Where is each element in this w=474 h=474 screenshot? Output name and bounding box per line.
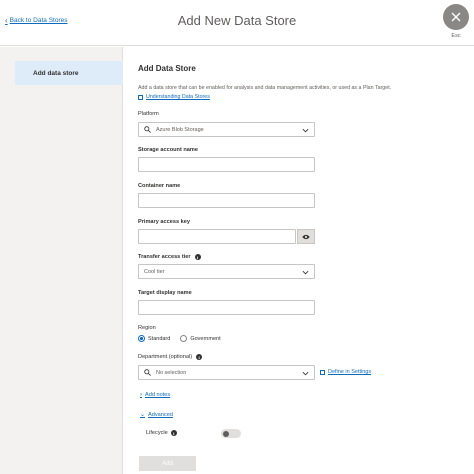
container-name-input[interactable] [138,193,315,208]
transfer-tier-value: Cool tier [144,268,165,275]
primary-access-key-input[interactable] [138,229,296,244]
add-notes-expander[interactable]: › Add notes [140,392,170,398]
info-icon[interactable]: i [170,430,177,436]
search-icon [144,126,151,133]
toggle-knob [222,430,229,437]
close-button[interactable] [443,4,469,30]
region-label: Region [138,325,156,331]
section-title: Add Data Store [138,64,196,73]
close-icon [451,12,461,22]
external-link-icon [320,369,325,375]
lifecycle-label-text: Lifecycle [146,430,168,436]
department-value: No selection [156,369,187,376]
target-display-input[interactable] [138,300,315,315]
advanced-expander[interactable]: ⌄ Advanced [140,411,173,419]
show-key-button[interactable] [297,229,315,244]
storage-account-label: Storage account name [138,147,198,153]
radio-label: Standard [148,335,171,342]
page-title: Add New Data Store [177,13,297,28]
storage-account-input[interactable] [138,157,315,172]
primary-access-key-label-text: Primary access key [138,219,190,225]
container-name-label-text: Container name [138,183,181,189]
form-description: Add a data store that can be enabled for… [138,85,392,91]
lifecycle-toggle[interactable] [221,429,241,438]
transfer-tier-select[interactable]: Cool tier [138,264,315,279]
storage-account-label-text: Storage account name [138,147,198,153]
sidebar-item-label: Add data store [33,69,79,77]
department-select[interactable]: No selection [138,365,315,380]
info-icon[interactable]: i [196,354,203,360]
top-bar: ‹ Back to Data Stores Add New Data Store… [0,0,474,46]
platform-value: Azure Blob Storage [156,126,204,133]
region-label-text: Region [138,325,156,331]
chevron-down-icon: ⌄ [140,412,146,418]
sidebar-item-add-data-store[interactable]: Add data store [15,61,123,85]
chevron-right-icon: › [140,392,142,398]
understanding-data-stores-link[interactable]: Understanding Data Stores [138,94,210,100]
department-label: Department (optional) i [138,354,203,360]
transfer-tier-label: Transfer access tier i [138,254,201,260]
define-in-settings-link[interactable]: Define in Settings [320,369,371,375]
primary-access-key-label: Primary access key [138,219,190,225]
eye-icon [302,234,310,239]
region-radio-group: Standard Government [138,335,221,342]
transfer-tier-label-text: Transfer access tier [138,254,191,260]
main-form: Add Data Store Add a data store that can… [124,47,474,474]
container-name-label: Container name [138,183,180,189]
target-display-label: Target display name [138,290,192,296]
advanced-label: Advanced [148,411,173,418]
lifecycle-label: Lifecycle i [146,430,177,436]
radio-label: Government [190,335,221,342]
add-button[interactable]: Add [139,456,196,471]
search-icon [144,369,151,376]
chevron-down-icon [302,270,309,275]
department-label-text: Department (optional) [138,354,193,360]
sidebar: Add data store [0,47,123,474]
radio-selected-icon [138,335,145,342]
radio-unselected-icon [180,335,188,342]
target-display-label-text: Target display name [138,290,192,296]
add-notes-label: Add notes [145,392,171,398]
platform-label: Platform [138,111,159,117]
region-government-radio[interactable]: Government [180,335,221,342]
platform-select[interactable]: Azure Blob Storage [138,122,315,137]
learn-link-label: Understanding Data Stores [146,94,210,100]
info-icon[interactable]: i [194,254,201,260]
chevron-down-icon [302,128,309,133]
chevron-down-icon [302,371,309,376]
platform-label-text: Platform [138,111,159,117]
define-link-label: Define in Settings [328,369,372,375]
esc-hint: Esc [451,33,461,39]
external-link-icon [138,94,143,100]
region-standard-radio[interactable]: Standard [138,335,170,342]
